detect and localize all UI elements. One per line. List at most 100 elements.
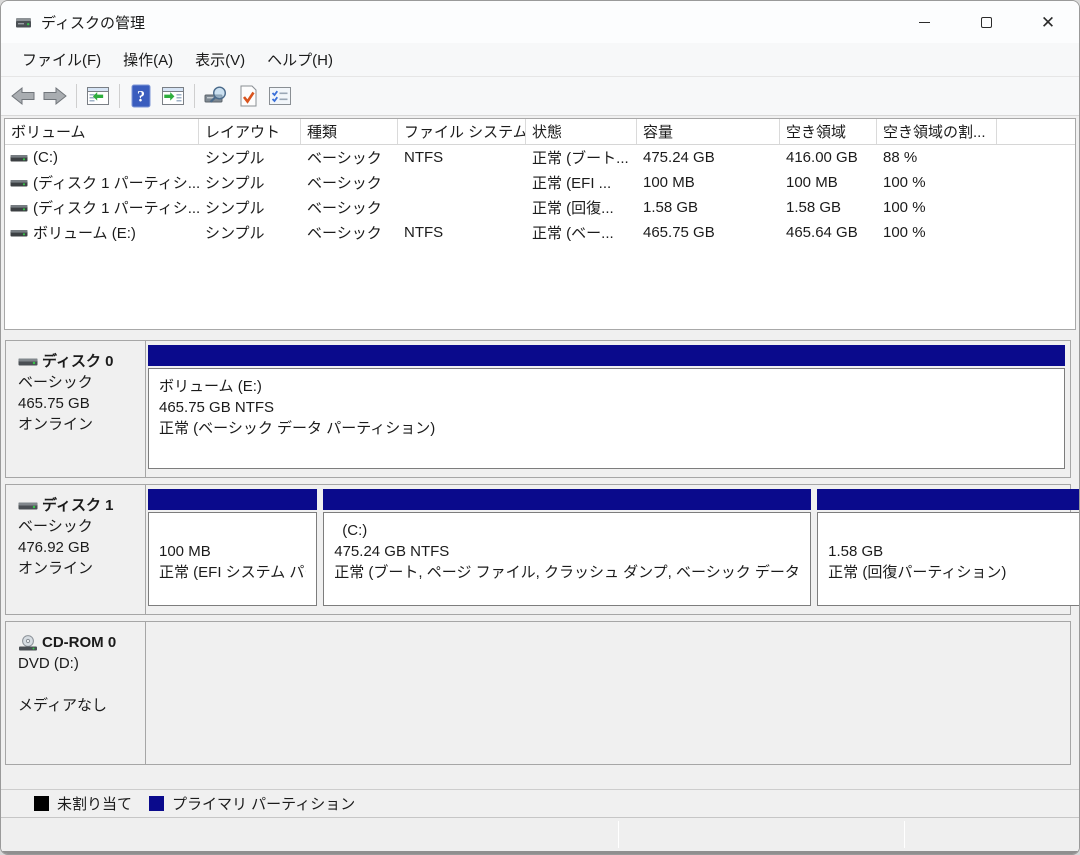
disk-size: [18, 674, 139, 695]
column-header-volume[interactable]: ボリューム: [5, 119, 199, 144]
column-header-free-pct[interactable]: 空き領域の割...: [877, 119, 997, 144]
column-header-status[interactable]: 状態: [526, 119, 637, 144]
disk-kind: ベーシック: [18, 372, 139, 393]
disk-kind: DVD (D:): [18, 653, 139, 674]
volume-icon: [10, 152, 28, 164]
toolbar-separator: [194, 84, 195, 108]
cdrom-icon: [18, 635, 38, 651]
window-title: ディスクの管理: [41, 12, 145, 33]
primary-partition-label: プライマリ パーティション: [172, 793, 355, 814]
cell-capacity: 465.75 GB: [637, 224, 780, 241]
help-button[interactable]: ?: [125, 81, 157, 111]
cell-capacity: 475.24 GB: [637, 149, 780, 166]
primary-partition-bar: [148, 345, 1065, 366]
cell-filesystem: NTFS: [398, 224, 526, 241]
forward-button[interactable]: [39, 81, 71, 111]
volume-name: (C:): [33, 149, 58, 166]
checklist-icon: [268, 85, 292, 107]
back-button[interactable]: [7, 81, 39, 111]
toolbar-separator: [76, 84, 77, 108]
forward-icon: [42, 85, 68, 107]
column-header-filler: [997, 119, 1075, 144]
volume-row-recovery[interactable]: (ディスク 1 パーティシ... シンプル ベーシック 正常 (回復... 1.…: [5, 195, 1075, 220]
disk-graph-view: ディスク 0 ベーシック 465.75 GB オンライン ボリューム (E:) …: [1, 336, 1079, 789]
volume-row-efi[interactable]: (ディスク 1 パーティシ... シンプル ベーシック 正常 (EFI ... …: [5, 170, 1075, 195]
window-bottom-border: [1, 851, 1079, 854]
disk-status: オンライン: [18, 414, 139, 435]
cell-type: ベーシック: [301, 197, 398, 218]
show-action-pane-icon: [161, 85, 185, 107]
partition-size: 100 MB: [159, 541, 306, 562]
show-console-tree-icon: [86, 85, 110, 107]
column-header-free[interactable]: 空き領域: [780, 119, 877, 144]
column-header-capacity[interactable]: 容量: [637, 119, 780, 144]
show-console-tree-button[interactable]: [82, 81, 114, 111]
check-document-button[interactable]: [232, 81, 264, 111]
disk-name: ディスク 0: [42, 351, 113, 372]
cell-layout: シンプル: [199, 147, 301, 168]
volume-icon: [10, 177, 28, 189]
disk-name: ディスク 1: [42, 495, 113, 516]
primary-partition-bar: [323, 489, 811, 510]
maximize-button[interactable]: [955, 1, 1017, 43]
cell-layout: シンプル: [199, 197, 301, 218]
partition-title: ボリューム (E:): [159, 376, 1054, 397]
cell-status: 正常 (EFI ...: [526, 172, 637, 193]
partition-size: 1.58 GB: [828, 541, 1079, 562]
volume-row-e[interactable]: ボリューム (E:) シンプル ベーシック NTFS 正常 (ベー... 465…: [5, 220, 1075, 245]
column-header-filesystem[interactable]: ファイル システム: [398, 119, 526, 144]
cell-status: 正常 (ブート...: [526, 147, 637, 168]
cdrom0-label[interactable]: CD-ROM 0 DVD (D:) メディアなし: [6, 622, 146, 764]
volume-name: ボリューム (E:): [33, 222, 136, 243]
close-button[interactable]: ✕: [1017, 1, 1079, 43]
show-action-pane-button[interactable]: [157, 81, 189, 111]
cell-free: 416.00 GB: [780, 149, 877, 166]
rescan-disks-button[interactable]: [200, 81, 232, 111]
partition-volume-e[interactable]: ボリューム (E:) 465.75 GB NTFS 正常 (ベーシック データ …: [148, 345, 1065, 469]
menu-help[interactable]: ヘルプ(H): [256, 44, 344, 75]
volume-row-c[interactable]: (C:) シンプル ベーシック NTFS 正常 (ブート... 475.24 G…: [5, 145, 1075, 170]
volume-name: (ディスク 1 パーティシ...: [33, 172, 199, 193]
status-bar-separator: [618, 821, 619, 848]
partition-size: 465.75 GB NTFS: [159, 397, 1054, 418]
check-document-icon: [237, 84, 259, 108]
cdrom0-row: CD-ROM 0 DVD (D:) メディアなし: [5, 621, 1071, 765]
cdrom-empty-area: [146, 622, 1070, 764]
cell-type: ベーシック: [301, 147, 398, 168]
partition-title: [159, 520, 306, 541]
volume-name: (ディスク 1 パーティシ...: [33, 197, 199, 218]
primary-partition-bar: [817, 489, 1080, 510]
menu-action[interactable]: 操作(A): [112, 44, 184, 75]
cell-free: 465.64 GB: [780, 224, 877, 241]
cell-free-pct: 100 %: [877, 224, 997, 241]
cell-status: 正常 (ベー...: [526, 222, 637, 243]
menu-view[interactable]: 表示(V): [184, 44, 256, 75]
partition-c[interactable]: (C:) 475.24 GB NTFS 正常 (ブート, ページ ファイル, ク…: [323, 489, 811, 606]
toolbar-separator: [119, 84, 120, 108]
cell-capacity: 1.58 GB: [637, 199, 780, 216]
cell-status: 正常 (回復...: [526, 197, 637, 218]
cell-free-pct: 88 %: [877, 149, 997, 166]
minimize-button[interactable]: [893, 1, 955, 43]
disk1-row: ディスク 1 ベーシック 476.92 GB オンライン 100 MB 正常 (…: [5, 484, 1071, 615]
volume-icon: [10, 227, 28, 239]
disk-size: 465.75 GB: [18, 393, 139, 414]
svg-text:?: ?: [137, 89, 145, 106]
maximize-icon: [981, 17, 992, 28]
volume-icon: [10, 202, 28, 214]
cell-filesystem: NTFS: [398, 149, 526, 166]
disk0-label[interactable]: ディスク 0 ベーシック 465.75 GB オンライン: [6, 341, 146, 477]
disk1-label[interactable]: ディスク 1 ベーシック 476.92 GB オンライン: [6, 485, 146, 614]
disk-status: メディアなし: [18, 695, 139, 716]
menu-file[interactable]: ファイル(F): [11, 44, 112, 75]
partition-efi[interactable]: 100 MB 正常 (EFI システム パー: [148, 489, 317, 606]
partition-size: 475.24 GB NTFS: [334, 541, 800, 562]
partition-status: 正常 (ベーシック データ パーティション): [159, 418, 1054, 439]
partition-recovery[interactable]: 1.58 GB 正常 (回復パーティション): [817, 489, 1080, 606]
checklist-button[interactable]: [264, 81, 296, 111]
app-icon: [15, 14, 32, 31]
column-header-type[interactable]: 種類: [301, 119, 398, 144]
column-header-layout[interactable]: レイアウト: [199, 119, 301, 144]
help-icon: ?: [131, 84, 151, 108]
cell-layout: シンプル: [199, 172, 301, 193]
